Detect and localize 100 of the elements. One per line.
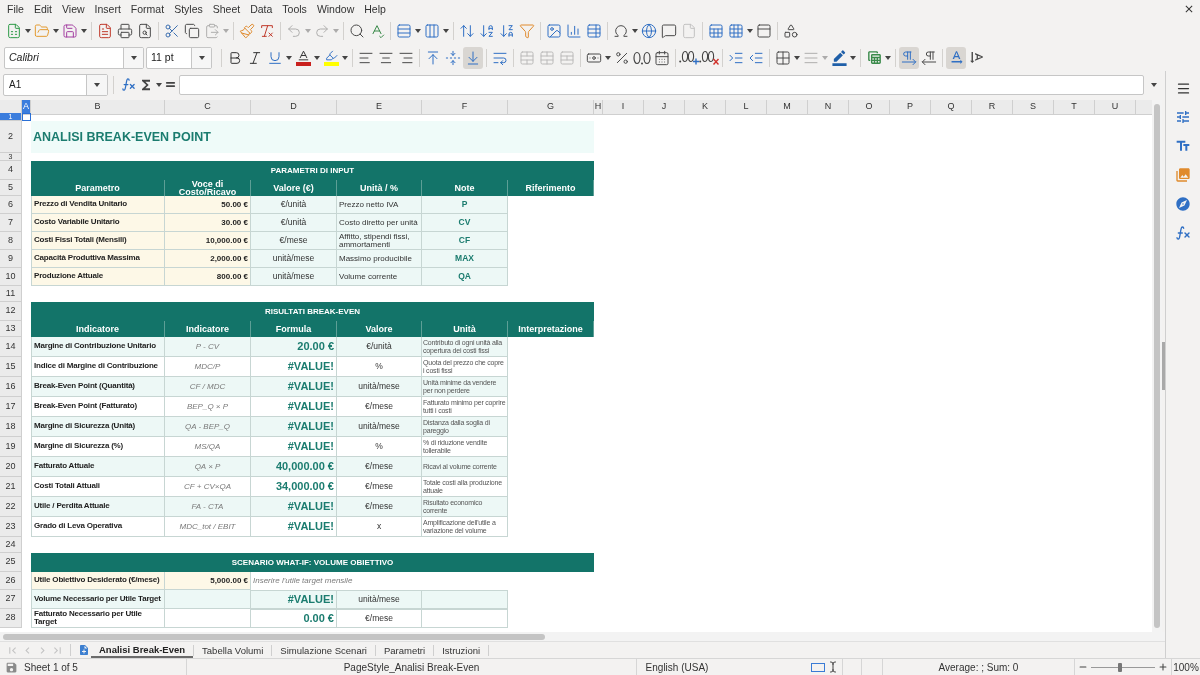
row-header[interactable]: 23 bbox=[0, 517, 22, 537]
font-name-combobox[interactable]: Calibri bbox=[4, 46, 144, 69]
row-header[interactable]: 27 bbox=[0, 590, 22, 609]
align-bottom-button[interactable] bbox=[463, 46, 483, 69]
sheet-tab[interactable]: Simulazione Scenari bbox=[272, 642, 375, 658]
table-cell: CF + CV×QA bbox=[165, 477, 251, 497]
table-cell: 50.00 € bbox=[165, 196, 251, 214]
name-box[interactable]: A1 bbox=[3, 73, 108, 96]
sheet-tab[interactable]: Istruzioni bbox=[434, 642, 489, 658]
menu-item[interactable]: Insert bbox=[89, 1, 126, 16]
menu-item[interactable]: Sheet bbox=[207, 1, 246, 16]
row-header[interactable]: 18 bbox=[0, 417, 22, 437]
table-cell: Volume Necessario per Utile Target bbox=[31, 590, 165, 609]
menu-item[interactable]: Data bbox=[245, 1, 278, 16]
section-header: SCENARIO WHAT-IF: VOLUME OBIETTIVO bbox=[31, 553, 594, 572]
menu-item[interactable]: Tools bbox=[277, 1, 312, 16]
column-header[interactable]: B bbox=[31, 100, 165, 115]
table-cell: Massimo producibile bbox=[337, 250, 422, 268]
menu-item[interactable]: Format bbox=[125, 1, 170, 16]
table-cell: x bbox=[337, 517, 422, 537]
row-header[interactable]: 28 bbox=[0, 609, 22, 628]
dropdown-button[interactable] bbox=[191, 47, 211, 68]
formula-input[interactable] bbox=[179, 74, 1144, 95]
select-all-corner[interactable] bbox=[0, 100, 22, 115]
caret-icon bbox=[415, 28, 421, 33]
row-header[interactable]: 5 bbox=[0, 180, 22, 196]
ltr-button[interactable] bbox=[899, 46, 919, 69]
add-sheet-button[interactable] bbox=[77, 643, 91, 657]
column-header[interactable]: L bbox=[726, 100, 767, 115]
row-header[interactable]: 19 bbox=[0, 437, 22, 457]
column-header[interactable]: C bbox=[165, 100, 251, 115]
column-header[interactable]: P bbox=[890, 100, 931, 115]
text-cursor-icon bbox=[827, 661, 839, 673]
sort-ascending-icon bbox=[479, 22, 495, 39]
hint-text: Inserire l'utile target mensile bbox=[252, 575, 354, 587]
sheet-tab[interactable]: Tabella Volumi bbox=[194, 642, 272, 658]
zoom-in-button[interactable] bbox=[1158, 661, 1168, 673]
table-cell: #VALUE! bbox=[251, 497, 337, 517]
table-cell: Volume corrente bbox=[337, 268, 422, 286]
caret-icon bbox=[81, 28, 87, 33]
row-header[interactable]: 4 bbox=[0, 161, 22, 180]
column-header[interactable]: E bbox=[337, 100, 422, 115]
caret-icon bbox=[850, 55, 856, 60]
dropdown-button[interactable] bbox=[123, 47, 143, 68]
menu-item[interactable]: Window bbox=[311, 1, 360, 16]
row-header[interactable]: 22 bbox=[0, 497, 22, 517]
row-header[interactable]: 16 bbox=[0, 377, 22, 397]
header-cell: Note bbox=[422, 180, 508, 196]
row-header[interactable]: 9 bbox=[0, 250, 22, 268]
column-header[interactable]: R bbox=[972, 100, 1013, 115]
table-cell: #VALUE! bbox=[251, 377, 337, 397]
table-cell: €/mese bbox=[337, 609, 422, 628]
column-header[interactable]: D bbox=[251, 100, 337, 115]
column-header[interactable]: S bbox=[1013, 100, 1054, 115]
row-header[interactable]: 2 bbox=[0, 121, 22, 153]
row-header[interactable]: 13 bbox=[0, 321, 22, 337]
column-header[interactable]: M bbox=[767, 100, 808, 115]
row-header[interactable]: 24 bbox=[0, 537, 22, 553]
column-header[interactable]: O bbox=[849, 100, 890, 115]
horizontal-text-button[interactable] bbox=[946, 46, 966, 69]
caret-icon bbox=[822, 55, 828, 60]
column-header[interactable]: N bbox=[808, 100, 849, 115]
spellcheck-icon bbox=[369, 22, 385, 39]
menu-item[interactable]: Edit bbox=[28, 1, 57, 16]
column-header[interactable]: T bbox=[1054, 100, 1095, 115]
row-header[interactable]: 6 bbox=[0, 196, 22, 214]
column-header[interactable]: F bbox=[422, 100, 508, 115]
row-header[interactable]: 7 bbox=[0, 214, 22, 232]
caret-icon bbox=[1151, 82, 1157, 87]
table-cell: Costo Variabile Unitario bbox=[31, 214, 165, 232]
table-cell: 40,000.00 € bbox=[251, 457, 337, 477]
row-header[interactable]: 14 bbox=[0, 337, 22, 357]
column-header[interactable]: J bbox=[644, 100, 685, 115]
column-header[interactable]: I bbox=[603, 100, 644, 115]
search-icon bbox=[349, 22, 365, 39]
column-header[interactable]: Q bbox=[931, 100, 972, 115]
dropdown-button[interactable] bbox=[86, 74, 107, 95]
zoom-percent: 100% bbox=[1173, 660, 1199, 675]
menu-item[interactable]: View bbox=[57, 1, 90, 16]
row-header[interactable]: 8 bbox=[0, 232, 22, 250]
row-header[interactable]: 21 bbox=[0, 477, 22, 497]
sheet-tab[interactable]: Parametri bbox=[375, 642, 434, 658]
row-header[interactable]: 26 bbox=[0, 572, 22, 590]
column-header[interactable]: U bbox=[1095, 100, 1136, 115]
menu-item[interactable]: Styles bbox=[169, 1, 208, 16]
column-header[interactable]: K bbox=[685, 100, 726, 115]
row-header[interactable]: 20 bbox=[0, 457, 22, 477]
menu-item[interactable]: Help bbox=[359, 1, 391, 16]
row-header[interactable]: 12 bbox=[0, 302, 22, 321]
split-cells-icon bbox=[559, 49, 575, 66]
row-header[interactable]: 15 bbox=[0, 357, 22, 377]
row-header[interactable]: 11 bbox=[0, 286, 22, 302]
font-size-combobox[interactable]: 11 pt bbox=[146, 46, 212, 69]
menu-item[interactable]: File bbox=[2, 1, 29, 16]
zoom-slider-thumb[interactable] bbox=[1117, 662, 1122, 672]
sidebar-handle[interactable] bbox=[1162, 342, 1165, 390]
column-header[interactable]: G bbox=[508, 100, 594, 115]
row-header[interactable]: 10 bbox=[0, 268, 22, 286]
row-header[interactable]: 17 bbox=[0, 397, 22, 417]
row-header[interactable]: 25 bbox=[0, 553, 22, 572]
